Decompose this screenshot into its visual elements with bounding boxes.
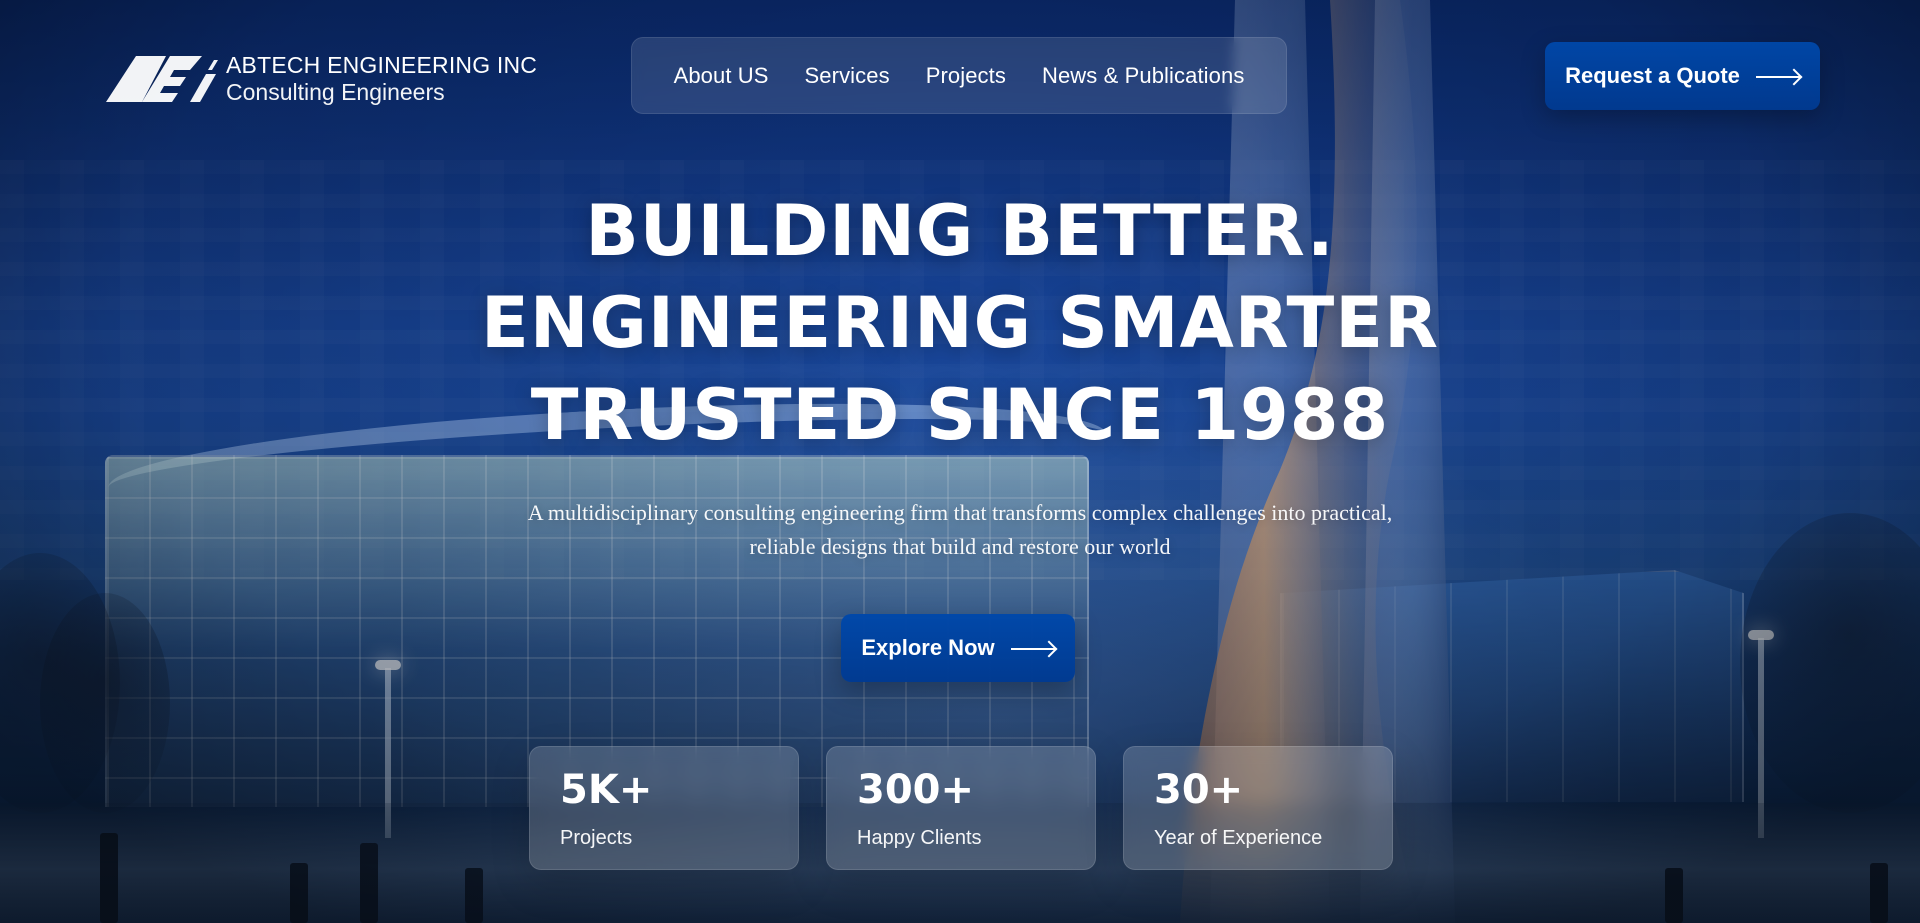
stats-cards: 5K+ Projects 300+ Happy Clients 30+ Year… [529,746,1393,870]
stat-card-years-experience: 30+ Year of Experience [1123,746,1393,870]
stat-label: Year of Experience [1154,827,1323,849]
brand[interactable]: ABTECH ENGINEERING INC Consulting Engine… [98,44,537,114]
explore-now-button[interactable]: Explore Now [841,614,1075,682]
brand-name: ABTECH ENGINEERING INC [226,51,538,78]
stat-value: 5K+ [560,767,653,813]
nav-news-publications[interactable]: News & Publications [1042,63,1244,89]
primary-nav: About US Services Projects News & Public… [631,37,1287,114]
headline-line-2: ENGINEERING SMARTER [481,282,1439,364]
request-quote-label: Request a Quote [1565,63,1740,88]
top-navigation-bar: ABTECH ENGINEERING INC Consulting Engine… [0,0,1920,140]
request-quote-button[interactable]: Request a Quote [1545,42,1820,110]
brand-text: ABTECH ENGINEERING INC Consulting Engine… [226,51,538,106]
right-arrow-icon [1755,70,1800,82]
nav-services[interactable]: Services [805,63,890,89]
description-line-2: reliable designs that build and restore … [749,534,1171,559]
right-arrow-icon [1010,642,1055,654]
company-logo [106,56,218,102]
explore-now-label: Explore Now [861,635,995,660]
stat-value: 300+ [857,767,975,813]
headline-line-3: TRUSTED SINCE 1988 [530,374,1390,456]
hero-description: A multidisciplinary consulting engineeri… [470,496,1450,564]
stat-card-happy-clients: 300+ Happy Clients [826,746,1096,870]
stat-card-projects: 5K+ Projects [529,746,799,870]
nav-projects[interactable]: Projects [926,63,1006,89]
description-line-1: A multidisciplinary consulting engineeri… [527,500,1393,525]
hero-section: BUILDING BETTER. ENGINEERING SMARTER TRU… [0,185,1920,564]
headline-line-1: BUILDING BETTER. [585,190,1335,272]
nav-about-us[interactable]: About US [674,63,769,89]
stat-label: Happy Clients [857,827,982,849]
stat-value: 30+ [1154,767,1244,813]
stat-label: Projects [560,827,633,849]
brand-subtitle: Consulting Engineers [226,79,445,105]
hero-headline: BUILDING BETTER. ENGINEERING SMARTER TRU… [0,185,1920,461]
